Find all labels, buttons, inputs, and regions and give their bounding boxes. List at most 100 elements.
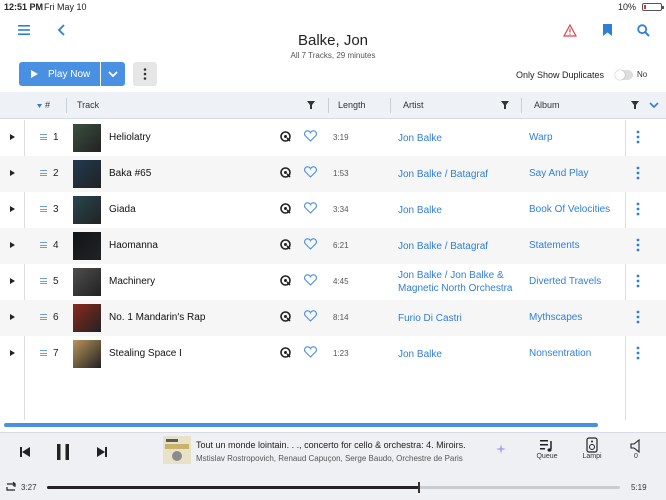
- volume-button[interactable]: 0: [626, 439, 646, 460]
- heart-icon[interactable]: [304, 202, 317, 214]
- total-time: 5:19: [631, 483, 647, 492]
- column-header-album[interactable]: Album: [534, 100, 560, 110]
- column-header-num[interactable]: #: [45, 100, 50, 110]
- kebab-icon[interactable]: [636, 346, 640, 360]
- expand-icon[interactable]: [10, 314, 15, 320]
- track-name[interactable]: Heliolatry: [109, 132, 151, 143]
- pause-icon[interactable]: [55, 443, 71, 461]
- seek-bar[interactable]: [47, 482, 620, 493]
- track-length: 1:23: [333, 349, 349, 358]
- column-header-artist[interactable]: Artist: [403, 100, 424, 110]
- track-length: 3:19: [333, 133, 349, 142]
- kebab-icon[interactable]: [636, 202, 640, 216]
- table-row[interactable]: 1 Heliolatry 3:19 Jon Balke Warp: [0, 120, 666, 156]
- expand-icon[interactable]: [10, 134, 15, 140]
- heart-icon[interactable]: [304, 274, 317, 286]
- zone-button[interactable]: Lampi: [580, 437, 604, 460]
- heart-icon[interactable]: [304, 310, 317, 322]
- duplicates-toggle[interactable]: [615, 70, 633, 80]
- filter-icon[interactable]: [501, 101, 509, 109]
- track-album[interactable]: Book Of Velocities: [529, 204, 610, 215]
- track-album[interactable]: Warp: [529, 132, 553, 143]
- heart-icon[interactable]: [304, 346, 317, 358]
- track-number: 7: [53, 348, 59, 359]
- expand-icon[interactable]: [10, 206, 15, 212]
- track-artist[interactable]: Jon Balke: [398, 348, 523, 361]
- track-album[interactable]: Statements: [529, 240, 580, 251]
- track-artist[interactable]: Furio Di Castri: [398, 312, 523, 325]
- album-art: [73, 268, 101, 296]
- expand-icon[interactable]: [10, 278, 15, 284]
- column-header-length[interactable]: Length: [338, 100, 366, 110]
- now-playing-art[interactable]: [163, 436, 191, 464]
- play-now-button[interactable]: Play Now: [19, 62, 100, 86]
- now-playing-title[interactable]: Tout un monde lointain. . ., concerto fo…: [196, 440, 466, 450]
- drag-handle-icon[interactable]: [40, 134, 47, 140]
- filter-icon[interactable]: [307, 101, 315, 109]
- battery-icon: [642, 3, 664, 11]
- drag-handle-icon[interactable]: [40, 314, 47, 320]
- heart-icon[interactable]: [304, 238, 317, 250]
- play-options-button[interactable]: [101, 62, 125, 86]
- heart-icon[interactable]: [304, 166, 317, 178]
- next-icon[interactable]: [95, 445, 109, 459]
- table-row[interactable]: 3 Giada 3:34 Jon Balke Book Of Velocitie…: [0, 192, 666, 228]
- repeat-icon[interactable]: [4, 482, 18, 492]
- track-album[interactable]: Diverted Travels: [529, 276, 601, 287]
- track-album[interactable]: Nonsentration: [529, 348, 591, 359]
- drag-handle-icon[interactable]: [40, 206, 47, 212]
- table-row[interactable]: 7 Stealing Space I 1:23 Jon Balke Nonsen…: [0, 336, 666, 372]
- track-name[interactable]: Giada: [109, 204, 136, 215]
- kebab-icon[interactable]: [636, 310, 640, 324]
- page-subtitle: All 7 Tracks, 29 minutes: [290, 51, 376, 60]
- drag-handle-icon[interactable]: [40, 170, 47, 176]
- column-divider: [328, 98, 329, 113]
- table-row[interactable]: 4 Haomanna 6:21 Jon Balke / Batagraf Sta…: [0, 228, 666, 264]
- play-now-label: Play Now: [48, 68, 91, 80]
- kebab-icon[interactable]: [636, 130, 640, 144]
- expand-icon[interactable]: [10, 242, 15, 248]
- track-name[interactable]: Baka #65: [109, 168, 151, 179]
- track-length: 4:45: [333, 277, 349, 286]
- qobuz-icon: [280, 275, 291, 286]
- now-playing-artists[interactable]: Mstislav Rostropovich, Renaud Capuçon, S…: [196, 454, 463, 463]
- table-row[interactable]: 6 No. 1 Mandarin's Rap 8:14 Furio Di Cas…: [0, 300, 666, 336]
- table-row[interactable]: 2 Baka #65 1:53 Jon Balke / Batagraf Say…: [0, 156, 666, 192]
- column-header-track[interactable]: Track: [77, 100, 99, 110]
- track-artist[interactable]: Jon Balke: [398, 132, 523, 145]
- queue-button[interactable]: Queue: [535, 439, 559, 460]
- expand-icon[interactable]: [10, 170, 15, 176]
- track-album[interactable]: Say And Play: [529, 168, 588, 179]
- more-options-button[interactable]: [133, 62, 157, 86]
- qobuz-icon: [280, 347, 291, 358]
- track-album[interactable]: Mythscapes: [529, 312, 582, 323]
- previous-icon[interactable]: [18, 445, 32, 459]
- seek-bar-handle[interactable]: [418, 482, 421, 493]
- track-name[interactable]: Haomanna: [109, 240, 158, 251]
- drag-handle-icon[interactable]: [40, 242, 47, 248]
- track-name[interactable]: Machinery: [109, 276, 155, 287]
- filter-icon[interactable]: [631, 101, 639, 109]
- horizontal-scrollbar[interactable]: [4, 423, 598, 427]
- sort-arrow-icon[interactable]: [37, 103, 42, 109]
- track-artist[interactable]: Jon Balke / Batagraf: [398, 240, 523, 253]
- status-date: Fri May 10: [44, 2, 87, 12]
- seek-bar-fill: [47, 486, 420, 489]
- track-artist[interactable]: Jon Balke: [398, 204, 523, 217]
- track-name[interactable]: Stealing Space I: [109, 348, 182, 359]
- heart-icon[interactable]: [304, 130, 317, 142]
- volume-label: 0: [634, 453, 638, 460]
- track-name[interactable]: No. 1 Mandarin's Rap: [109, 312, 205, 323]
- track-artist[interactable]: Jon Balke / Batagraf: [398, 168, 523, 181]
- drag-handle-icon[interactable]: [40, 278, 47, 284]
- expand-icon[interactable]: [10, 350, 15, 356]
- track-artist[interactable]: Jon Balke / Jon Balke & Magnetic North O…: [398, 269, 523, 295]
- chevron-down-icon[interactable]: [649, 102, 659, 108]
- kebab-icon[interactable]: [636, 238, 640, 252]
- kebab-icon[interactable]: [636, 166, 640, 180]
- drag-handle-icon[interactable]: [40, 350, 47, 356]
- kebab-icon[interactable]: [636, 274, 640, 288]
- table-row[interactable]: 5 Machinery 4:45 Jon Balke / Jon Balke &…: [0, 264, 666, 300]
- track-number: 3: [53, 204, 59, 215]
- track-number: 2: [53, 168, 59, 179]
